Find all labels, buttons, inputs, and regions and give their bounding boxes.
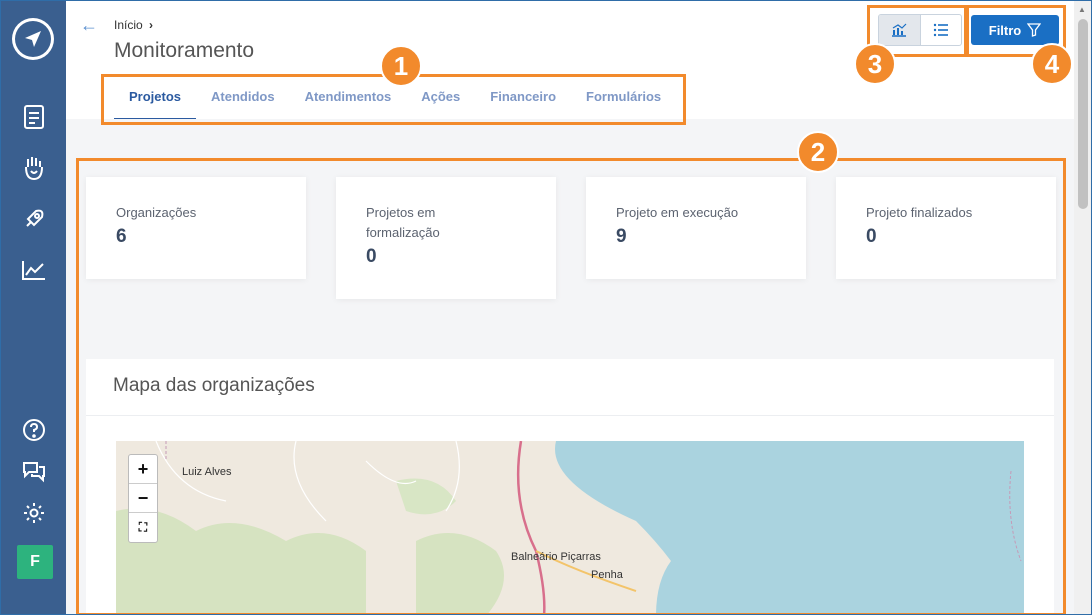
- hand-heart-icon[interactable]: [19, 153, 49, 183]
- page-title: Monitoramento: [114, 39, 255, 62]
- rocket-icon[interactable]: [19, 204, 49, 234]
- annotation-box-2: [76, 158, 1066, 614]
- scrollbar[interactable]: ▲: [1074, 1, 1091, 614]
- breadcrumb: Início ›: [114, 18, 153, 32]
- breadcrumb-home[interactable]: Início: [114, 18, 143, 32]
- annotation-badge-1: 1: [380, 45, 422, 87]
- document-icon[interactable]: [19, 102, 49, 132]
- app-window: F ← Início › Monitoramento Projetos Aten…: [0, 0, 1092, 615]
- back-arrow-icon[interactable]: ←: [80, 15, 98, 36]
- scrollbar-thumb[interactable]: [1078, 19, 1088, 209]
- annotation-badge-3: 3: [854, 43, 896, 85]
- settings-icon[interactable]: [19, 498, 49, 528]
- sidebar: F: [1, 1, 66, 614]
- scroll-up-icon[interactable]: ▲: [1078, 5, 1086, 14]
- logo[interactable]: [12, 18, 54, 60]
- avatar[interactable]: F: [17, 545, 53, 579]
- help-icon[interactable]: [19, 415, 49, 445]
- breadcrumb-separator: ›: [149, 18, 154, 32]
- annotation-badge-2: 2: [797, 131, 839, 173]
- chat-icon[interactable]: [19, 456, 49, 486]
- annotation-badge-4: 4: [1031, 43, 1073, 85]
- chart-line-icon[interactable]: [19, 255, 49, 285]
